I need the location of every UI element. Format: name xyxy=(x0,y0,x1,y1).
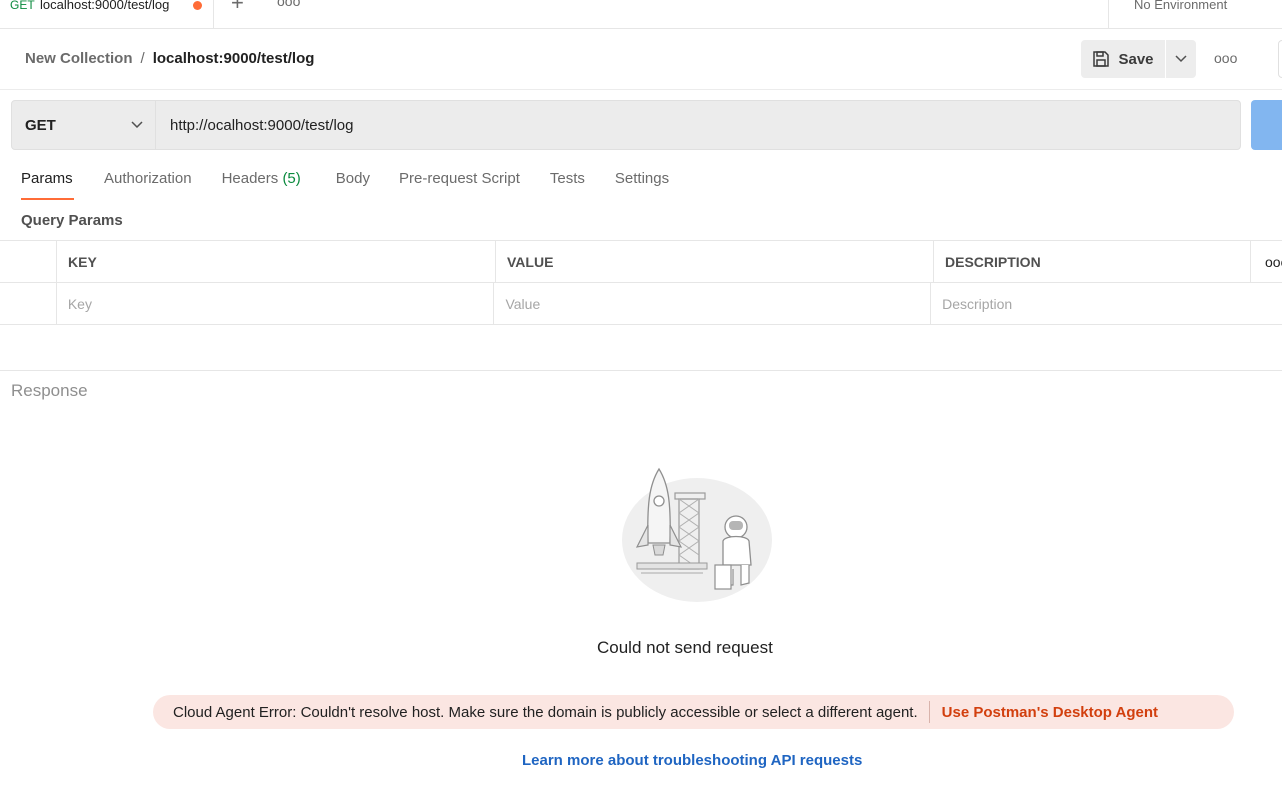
save-group: Save xyxy=(1081,40,1196,78)
response-divider[interactable] xyxy=(0,370,1282,371)
save-options-button[interactable] xyxy=(1165,40,1196,78)
save-button[interactable]: Save xyxy=(1081,40,1165,78)
tab-title: localhost:9000/test/log xyxy=(40,0,170,12)
send-button[interactable] xyxy=(1251,100,1282,150)
method-label: GET xyxy=(25,116,56,134)
description-cell xyxy=(931,283,1282,324)
new-tab-icon[interactable]: + xyxy=(231,0,244,14)
row-checkbox-cell xyxy=(0,283,57,324)
method-select[interactable]: GET xyxy=(12,101,156,149)
empty-state-title: Could not send request xyxy=(597,638,773,657)
tab-method-label: GET xyxy=(10,0,35,12)
learn-more-link[interactable]: Learn more about troubleshooting API req… xyxy=(522,752,862,769)
description-input[interactable] xyxy=(942,295,1282,312)
tab-authorization[interactable]: Authorization xyxy=(104,170,192,200)
more-actions-icon[interactable]: ooo xyxy=(1214,50,1237,66)
environment-selector[interactable]: No Environment xyxy=(1108,0,1282,29)
chevron-down-icon xyxy=(131,121,143,129)
url-bar: GET xyxy=(11,100,1241,150)
value-cell xyxy=(494,283,932,324)
tab-strip: GET localhost:9000/test/log + ooo No Env… xyxy=(0,0,1282,29)
error-divider xyxy=(928,701,930,723)
params-table: KEY VALUE DESCRIPTION ooo xyxy=(0,240,1282,325)
save-icon xyxy=(1093,51,1110,67)
tab-tests[interactable]: Tests xyxy=(550,170,585,200)
side-panel-toggle[interactable] xyxy=(1278,40,1282,78)
breadcrumb-request-name[interactable]: localhost:9000/test/log xyxy=(153,50,315,67)
table-header-row: KEY VALUE DESCRIPTION ooo xyxy=(0,241,1282,283)
error-message: Cloud Agent Error: Couldn't resolve host… xyxy=(173,703,918,721)
column-options-icon[interactable]: ooo xyxy=(1251,241,1282,282)
breadcrumb-collection[interactable]: New Collection xyxy=(25,50,133,67)
headers-count: (5) xyxy=(282,170,301,187)
tab-pre-request-script[interactable]: Pre-request Script xyxy=(399,170,520,200)
environment-label: No Environment xyxy=(1134,0,1228,12)
key-cell xyxy=(57,283,495,324)
tab-settings[interactable]: Settings xyxy=(615,170,669,200)
tab-more-icon[interactable]: ooo xyxy=(277,0,300,9)
save-label: Save xyxy=(1118,50,1154,68)
column-header-key: KEY xyxy=(57,241,496,282)
breadcrumb: New Collection / localhost:9000/test/log xyxy=(25,50,314,67)
column-header-description: DESCRIPTION xyxy=(934,241,1251,282)
rocket-launch-illustration-icon xyxy=(622,467,772,602)
table-row xyxy=(0,283,1282,325)
error-banner: Cloud Agent Error: Couldn't resolve host… xyxy=(153,695,1234,729)
tab-params[interactable]: Params xyxy=(21,170,74,200)
postman-window: GET localhost:9000/test/log + ooo No Env… xyxy=(0,0,1282,808)
response-label: Response xyxy=(11,381,88,400)
query-params-title: Query Params xyxy=(21,212,123,229)
tab-body[interactable]: Body xyxy=(336,170,370,200)
tab-headers[interactable]: Headers (5) xyxy=(222,170,301,200)
value-input[interactable] xyxy=(505,295,931,312)
breadcrumb-separator: / xyxy=(140,50,145,67)
divider xyxy=(0,89,1282,90)
unsaved-dot-icon xyxy=(193,1,202,10)
column-header-value: VALUE xyxy=(496,241,934,282)
chevron-down-icon xyxy=(1175,55,1187,63)
request-tab[interactable]: GET localhost:9000/test/log xyxy=(0,0,214,29)
key-input[interactable] xyxy=(67,295,494,312)
url-input[interactable] xyxy=(156,101,1240,149)
use-desktop-agent-link[interactable]: Use Postman's Desktop Agent xyxy=(942,704,1158,721)
checkbox-column-header xyxy=(0,241,57,282)
request-tabs: Params Authorization Headers (5) Body Pr… xyxy=(21,170,669,200)
